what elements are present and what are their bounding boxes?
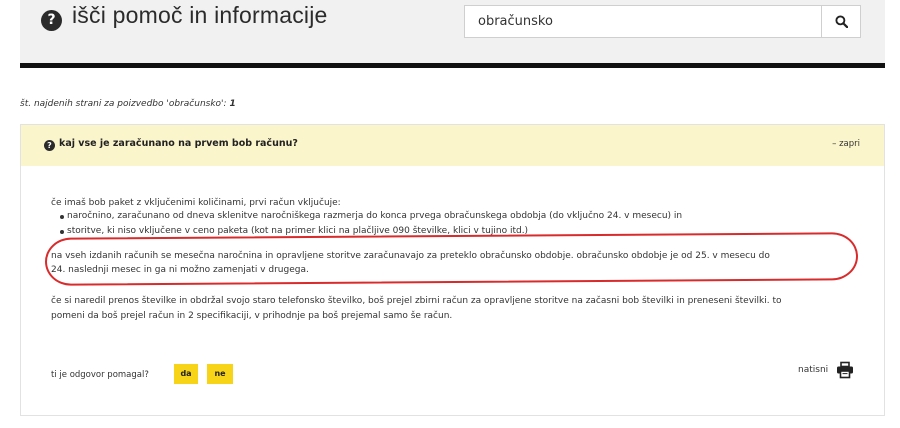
results-count-value: 1 bbox=[229, 99, 236, 109]
help-icon: ? bbox=[41, 10, 62, 31]
header-divider bbox=[20, 63, 885, 68]
collapse-link[interactable]: – zapri bbox=[832, 139, 860, 149]
search-button[interactable] bbox=[821, 5, 861, 38]
answer-intro: če imaš bob paket z vključenimi količina… bbox=[51, 198, 341, 208]
results-count-label: št. najdenih strani za poizvedbo 'obraču… bbox=[20, 99, 227, 109]
results-count: št. najdenih strani za poizvedbo 'obraču… bbox=[20, 99, 236, 109]
number-transfer-line: pomeni da boš prejel račun in 2 specifik… bbox=[51, 311, 453, 321]
answer-bullet: naročnino, zaračunano od dneva sklenitve… bbox=[59, 211, 683, 221]
number-transfer-line: če si naredil prenos številke in obdržal… bbox=[51, 296, 782, 306]
faq-question-title: kaj vse je zaračunano na prvem bob račun… bbox=[59, 138, 298, 149]
search-input[interactable] bbox=[464, 5, 822, 38]
print-link[interactable]: natisni bbox=[798, 365, 828, 375]
printer-icon[interactable] bbox=[836, 361, 854, 379]
feedback-yes-button[interactable]: da bbox=[174, 364, 198, 384]
feedback-label: ti je odgovor pomagal? bbox=[51, 370, 149, 380]
question-icon: ? bbox=[44, 140, 55, 151]
billing-period-line: 24. naslednji mesec in ga ni možno zamen… bbox=[51, 265, 309, 275]
faq-panel: ? kaj vse je zaračunano na prvem bob rač… bbox=[20, 124, 885, 416]
billing-period-line: na vseh izdanih računih se mesečna naroč… bbox=[51, 251, 770, 261]
feedback-no-button[interactable]: ne bbox=[207, 364, 233, 384]
search-icon bbox=[834, 15, 848, 28]
faq-question-header[interactable]: ? kaj vse je zaračunano na prvem bob rač… bbox=[21, 125, 884, 166]
page-title: išči pomoč in informacije bbox=[72, 2, 328, 28]
